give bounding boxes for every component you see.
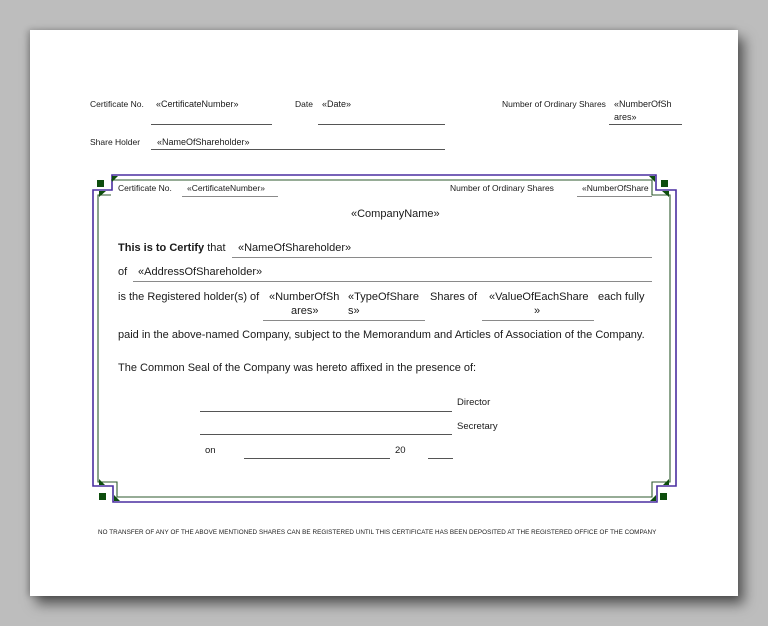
- value-each-share-line2[interactable]: »: [534, 305, 540, 317]
- cert-certificate-no-underline: [182, 196, 278, 197]
- cert-shares-underline: [577, 196, 652, 197]
- each-fully-text: each fully: [598, 291, 645, 303]
- paid-text: paid in the above-named Company, subject…: [118, 329, 645, 341]
- corner-triangle-tl: [112, 176, 118, 182]
- value-each-share-underline: [482, 320, 594, 321]
- corner-square-top-right: [661, 180, 668, 187]
- year-prefix: 20: [395, 445, 406, 456]
- date-signed-line[interactable]: [244, 458, 390, 459]
- value-each-share-line1[interactable]: «ValueOfEachShare: [489, 291, 588, 303]
- on-label: on: [205, 445, 216, 456]
- cert-certificate-no-label: Certificate No.: [118, 183, 172, 193]
- address-value[interactable]: «AddressOfShareholder»: [138, 266, 262, 278]
- type-of-shares-line2[interactable]: s»: [348, 305, 360, 317]
- corner-square-bottom-right: [660, 493, 667, 500]
- director-label: Director: [457, 397, 491, 408]
- secretary-label: Secretary: [457, 421, 498, 432]
- corner-triangle-tl2: [99, 191, 106, 197]
- cert-certificate-no-value[interactable]: «CertificateNumber»: [187, 183, 265, 193]
- type-of-shares-line1[interactable]: «TypeOfShare: [348, 291, 419, 303]
- certify-text: This is to Certify that: [118, 242, 226, 254]
- certify-bold: This is to Certify: [118, 242, 205, 254]
- address-underline: [133, 281, 652, 282]
- director-signature-line[interactable]: [200, 411, 452, 412]
- corner-triangle-tr2: [662, 191, 669, 197]
- cert-shares-label: Number of Ordinary Shares: [450, 183, 554, 193]
- year-suffix-line[interactable]: [428, 458, 453, 459]
- num-shares-line2[interactable]: ares»: [291, 305, 319, 317]
- shares-of-text: Shares of: [430, 291, 478, 303]
- shareholder-name-value[interactable]: «NameOfShareholder»: [238, 242, 351, 254]
- registered-text: is the Registered holder(s) of: [118, 291, 260, 303]
- of-label: of: [118, 266, 128, 278]
- shares-type-underline: [263, 320, 425, 321]
- corner-triangle-br2: [650, 495, 656, 501]
- secretary-signature-line[interactable]: [200, 434, 452, 435]
- shareholder-name-underline: [232, 257, 652, 258]
- num-shares-line1[interactable]: «NumberOfSh: [269, 291, 339, 303]
- company-name[interactable]: «CompanyName»: [351, 208, 440, 220]
- cert-shares-value[interactable]: «NumberOfShare: [582, 183, 652, 193]
- corner-square-bottom-left: [99, 493, 106, 500]
- seal-text: The Common Seal of the Company was heret…: [118, 362, 477, 374]
- certify-that: that: [207, 242, 226, 254]
- transfer-notice: NO TRANSFER OF ANY OF THE ABOVE MENTIONE…: [98, 529, 657, 536]
- corner-square-top-left: [97, 180, 104, 187]
